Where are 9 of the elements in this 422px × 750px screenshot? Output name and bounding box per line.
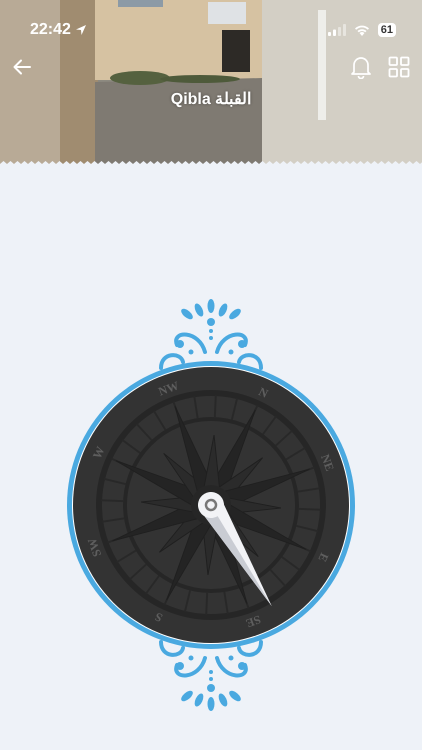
battery-level: 61 bbox=[378, 23, 396, 37]
back-button[interactable] bbox=[12, 57, 32, 77]
location-icon bbox=[74, 24, 87, 36]
wifi-icon bbox=[354, 24, 370, 36]
signal-icon bbox=[328, 24, 346, 36]
page-title: Qibla القبلة bbox=[170, 91, 252, 108]
status-time: 22:42 bbox=[30, 20, 71, 40]
grid-menu-button[interactable] bbox=[388, 56, 410, 78]
notification-bell-button[interactable] bbox=[350, 55, 372, 79]
